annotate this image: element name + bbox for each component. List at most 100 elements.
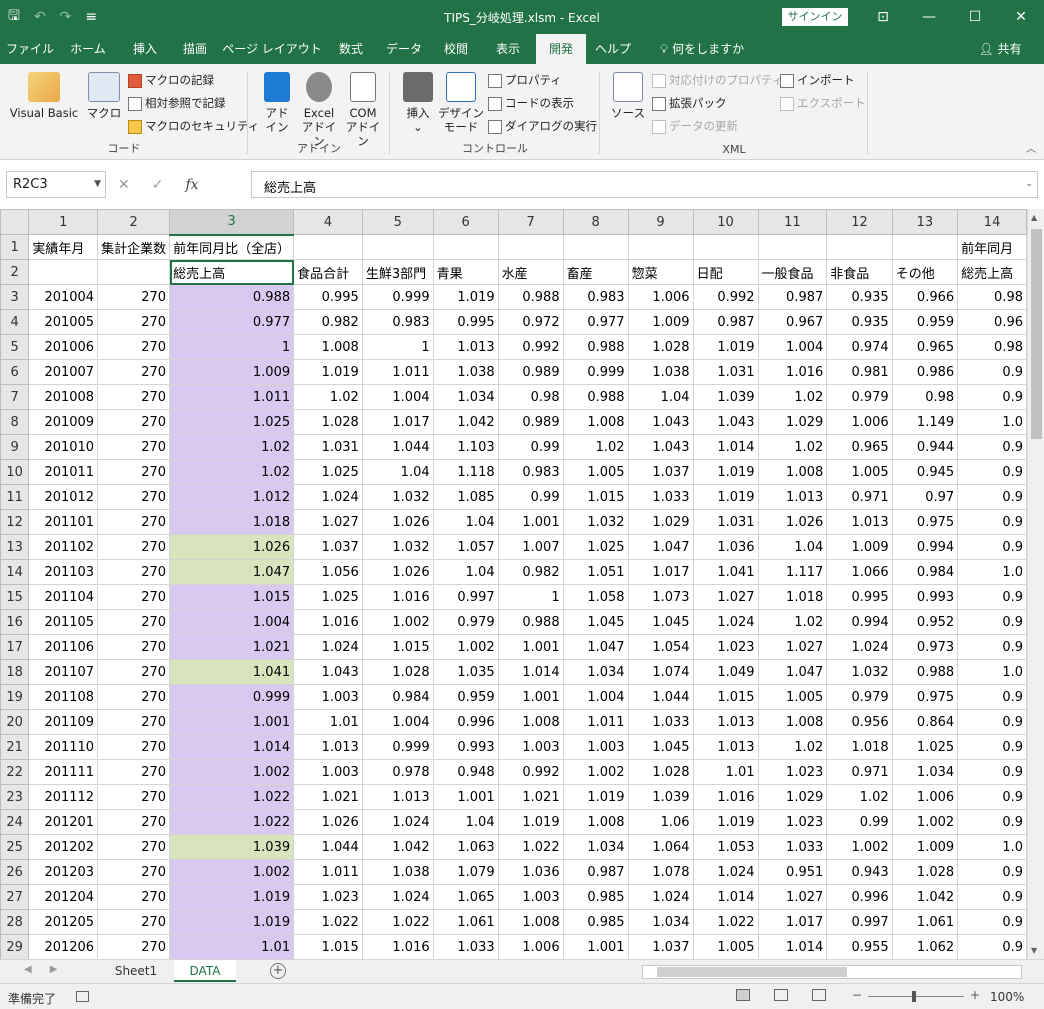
cell[interactable]: 201004 xyxy=(28,284,99,310)
xml-source-button[interactable]: ソース xyxy=(606,70,650,120)
expansion-packs-button[interactable]: 拡張パック xyxy=(652,93,727,113)
cell[interactable] xyxy=(432,234,499,260)
cell[interactable]: 1.02 xyxy=(757,384,828,410)
tab-insert[interactable]: 挿入 xyxy=(120,34,170,64)
cell[interactable]: 1.001 xyxy=(169,709,295,735)
zoom-slider[interactable] xyxy=(868,996,964,997)
cell[interactable]: 1.004 xyxy=(562,684,629,710)
formula-input[interactable]: 総売上高 ⌄ xyxy=(251,171,1038,198)
run-dialog-button[interactable]: ダイアログの実行 xyxy=(488,116,597,136)
cell[interactable]: 1.038 xyxy=(432,359,499,385)
cell[interactable]: 0.988 xyxy=(562,384,629,410)
cell[interactable]: 1.043 xyxy=(627,434,694,460)
cell[interactable] xyxy=(361,234,434,260)
cell[interactable]: 0.979 xyxy=(826,384,893,410)
cell[interactable]: 非食品 xyxy=(826,259,893,285)
cell[interactable]: 1.042 xyxy=(361,834,434,860)
cell[interactable]: 1.005 xyxy=(692,934,759,959)
import-button[interactable]: インポート xyxy=(780,70,855,90)
cell[interactable]: 1.033 xyxy=(757,834,828,860)
cell[interactable]: 201106 xyxy=(28,634,99,660)
cell[interactable]: 1.022 xyxy=(361,909,434,935)
cell[interactable]: 1.016 xyxy=(293,609,363,635)
cell[interactable]: 1.149 xyxy=(891,409,959,435)
cell[interactable]: 1.009 xyxy=(891,834,959,860)
row-header[interactable]: 4 xyxy=(0,309,30,335)
row-header[interactable]: 24 xyxy=(0,809,30,835)
macro-recording-icon[interactable] xyxy=(76,991,89,1002)
cell[interactable]: 1.001 xyxy=(562,934,629,959)
cell[interactable]: 1.013 xyxy=(361,784,434,810)
row-header[interactable]: 19 xyxy=(0,684,30,710)
visual-basic-button[interactable]: Visual Basic xyxy=(6,70,82,120)
cell[interactable]: 201203 xyxy=(28,859,99,885)
zoom-level[interactable]: 100% xyxy=(990,990,1024,1004)
cell[interactable]: 0.987 xyxy=(562,859,629,885)
cell[interactable]: 0.9 xyxy=(957,784,1027,810)
cell[interactable]: 1.019 xyxy=(692,334,759,360)
cell[interactable]: 1.009 xyxy=(627,309,694,335)
cell[interactable]: 1.019 xyxy=(692,809,759,835)
cell[interactable]: 1.063 xyxy=(432,834,499,860)
cell[interactable]: 1.036 xyxy=(497,859,564,885)
cell[interactable]: 201104 xyxy=(28,584,99,610)
cell[interactable]: 1 xyxy=(169,334,295,360)
cell[interactable]: 0.965 xyxy=(826,434,893,460)
cell[interactable]: 0.966 xyxy=(891,284,959,310)
cell[interactable]: 0.977 xyxy=(562,309,629,335)
cell[interactable]: 1.045 xyxy=(627,609,694,635)
cell[interactable]: 1.024 xyxy=(692,859,759,885)
cell[interactable]: 1.02 xyxy=(826,784,893,810)
cell[interactable]: 0.975 xyxy=(891,684,959,710)
cell[interactable]: 0.9 xyxy=(957,709,1027,735)
cell[interactable]: 1.016 xyxy=(757,359,828,385)
cell[interactable]: 1.047 xyxy=(169,559,295,585)
column-header[interactable]: 11 xyxy=(757,209,828,235)
cell[interactable]: 1.0 xyxy=(957,659,1027,685)
cell[interactable]: 1.024 xyxy=(293,634,363,660)
cell[interactable]: 1.027 xyxy=(293,509,363,535)
cell[interactable]: 総売上高 xyxy=(957,259,1027,285)
cell[interactable]: 1.003 xyxy=(497,734,564,760)
cell[interactable]: 1.04 xyxy=(432,509,499,535)
row-header[interactable]: 18 xyxy=(0,659,30,685)
sheet-tab-data[interactable]: DATA xyxy=(174,960,236,982)
cell[interactable]: 前年同月 xyxy=(957,234,1027,260)
row-header[interactable]: 6 xyxy=(0,359,30,385)
cell[interactable]: 1.037 xyxy=(293,534,363,560)
cell[interactable]: 1.006 xyxy=(826,409,893,435)
cell[interactable]: 1.031 xyxy=(692,509,759,535)
cell[interactable]: 1.0 xyxy=(957,834,1027,860)
cell[interactable]: 1.011 xyxy=(562,709,629,735)
zoom-out-button[interactable]: − xyxy=(852,988,862,1002)
export-button[interactable]: エクスポート xyxy=(780,93,866,113)
com-addins-button[interactable]: COM アドイン xyxy=(342,70,384,148)
cell[interactable]: 0.983 xyxy=(562,284,629,310)
cell[interactable]: 1.033 xyxy=(627,484,694,510)
cell[interactable]: 201006 xyxy=(28,334,99,360)
cell[interactable]: 270 xyxy=(97,484,171,510)
cell[interactable]: 201204 xyxy=(28,884,99,910)
cell[interactable]: 1.025 xyxy=(169,409,295,435)
cell[interactable]: 0.997 xyxy=(432,584,499,610)
cell[interactable]: 1.043 xyxy=(692,409,759,435)
cell[interactable]: 270 xyxy=(97,759,171,785)
cell[interactable]: 0.9 xyxy=(957,384,1027,410)
cell[interactable]: 1.037 xyxy=(627,459,694,485)
cell[interactable]: 1.013 xyxy=(692,734,759,760)
sheet-tab-sheet1[interactable]: Sheet1 xyxy=(100,960,172,982)
cell[interactable] xyxy=(692,234,759,260)
cell[interactable]: 1.078 xyxy=(627,859,694,885)
cell[interactable]: 0.982 xyxy=(293,309,363,335)
zoom-in-button[interactable]: + xyxy=(970,988,980,1002)
cell[interactable]: 1.015 xyxy=(361,634,434,660)
column-header[interactable]: 2 xyxy=(97,209,171,235)
cell[interactable]: 1.004 xyxy=(361,709,434,735)
cell[interactable]: 1.001 xyxy=(497,684,564,710)
cell[interactable]: 1.013 xyxy=(826,509,893,535)
tab-formulas[interactable]: 数式 xyxy=(328,34,374,64)
cell[interactable]: 0.995 xyxy=(826,584,893,610)
cell[interactable]: 0.955 xyxy=(826,934,893,959)
cell[interactable]: 0.948 xyxy=(432,759,499,785)
addins-button[interactable]: アド イン xyxy=(260,70,294,134)
